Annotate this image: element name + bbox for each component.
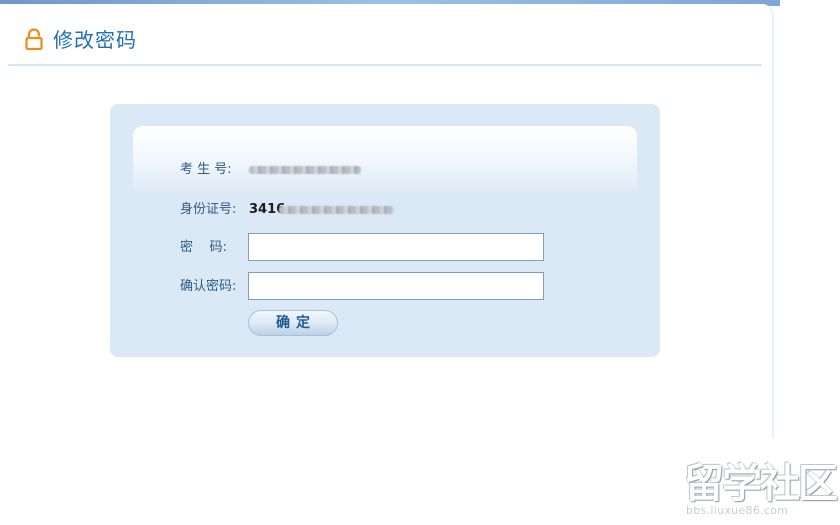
confirm-password-label: 确认密码: xyxy=(180,279,237,294)
id-number-value-redacted xyxy=(279,206,394,214)
id-number-label: 身份证号: xyxy=(180,202,237,217)
watermark-logo-text: 留学社区 xyxy=(684,461,838,507)
password-input[interactable] xyxy=(248,233,544,261)
candidate-number-label: 考 生 号: xyxy=(180,162,232,177)
page-title: 修改密码 xyxy=(53,28,137,52)
candidate-number-value-redacted xyxy=(249,166,361,174)
panel-header: 修改密码 xyxy=(8,4,762,66)
lock-icon xyxy=(25,28,43,50)
change-password-panel: 修改密码 考 生 号: 身份证号: 3416 密 码: 确认密码: 确定 xyxy=(0,4,773,438)
site-watermark: 留学社区 bbs.liuxue86.com xyxy=(684,461,838,520)
watermark-url: bbs.liuxue86.com xyxy=(686,504,789,517)
confirm-password-input[interactable] xyxy=(248,272,544,300)
confirm-button[interactable]: 确定 xyxy=(248,310,338,336)
password-label: 密 码: xyxy=(180,240,227,255)
info-highlight-area xyxy=(133,126,637,196)
form-container: 考 生 号: 身份证号: 3416 密 码: 确认密码: 确定 xyxy=(110,104,660,357)
